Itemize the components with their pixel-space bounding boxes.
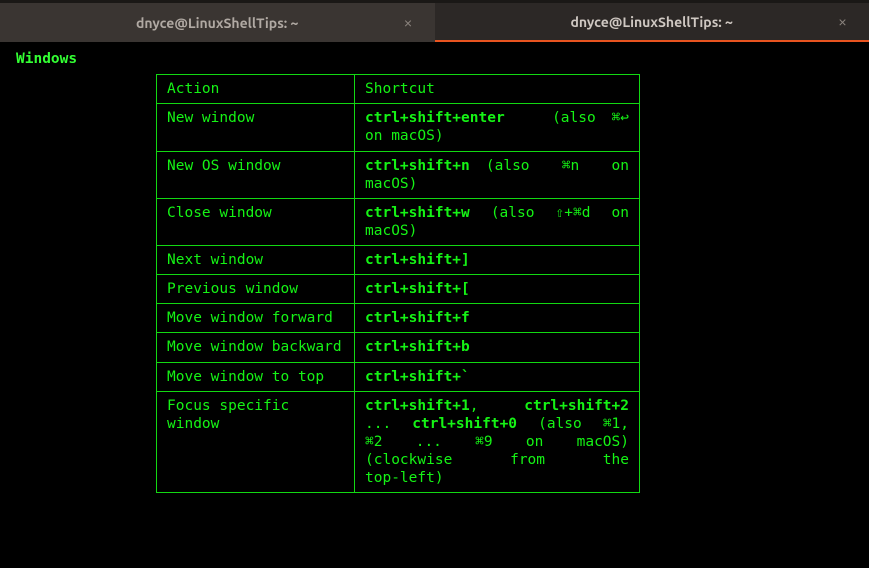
action-cell: New window	[157, 104, 355, 151]
tab-title: dnyce@LinuxShellTips: ~	[571, 14, 733, 30]
table-row: New OS window ctrl+shift+n (also ⌘n on m…	[157, 151, 640, 198]
mac-symbol: ⌘n	[562, 158, 579, 174]
tab-bar: dnyce@LinuxShellTips: ~ × dnyce@LinuxShe…	[0, 0, 869, 42]
shortcut-key: ctrl+shift+enter	[365, 110, 505, 126]
shortcut-cell: ctrl+shift+f	[355, 304, 640, 333]
action-cell: Move window backward	[157, 333, 355, 362]
tab-inactive[interactable]: dnyce@LinuxShellTips: ~ ×	[0, 3, 435, 42]
shortcut-note: on	[612, 205, 629, 221]
close-icon[interactable]: ×	[403, 14, 412, 32]
shortcuts-table: Action Shortcut New window ctrl+shift+en…	[156, 74, 640, 493]
action-cell: Move window to top	[157, 362, 355, 391]
table-row: New window ctrl+shift+enter (also ⌘↩ on …	[157, 104, 640, 151]
mac-symbol: ⇧+⌘d	[556, 205, 591, 221]
terminal-content: Windows Action Shortcut New window ctrl+…	[0, 42, 869, 501]
table-row: Move window backward ctrl+shift+b	[157, 333, 640, 362]
shortcut-note: (also	[552, 110, 596, 126]
mac-symbol: ⌘2	[365, 434, 382, 450]
action-cell: Close window	[157, 198, 355, 245]
shortcut-cell: ctrl+shift+1, ctrl+shift+2 ... ctrl+shif…	[355, 391, 640, 493]
shortcut-key: ctrl+shift+2	[524, 398, 629, 414]
close-icon[interactable]: ×	[838, 13, 847, 31]
shortcut-cell: ctrl+shift+b	[355, 333, 640, 362]
shortcut-key: ctrl+shift+1	[365, 398, 470, 414]
shortcut-note: macOS)	[365, 175, 629, 193]
shortcut-key: ctrl+shift+f	[365, 310, 470, 326]
shortcut-note: macOS)	[365, 222, 629, 240]
action-cell: Next window	[157, 246, 355, 275]
shortcut-key: ctrl+shift+n	[365, 158, 470, 174]
shortcut-key: ctrl+shift+]	[365, 252, 470, 268]
section-title: Windows	[16, 50, 859, 68]
shortcut-cell: ctrl+shift+`	[355, 362, 640, 391]
action-cell: Previous window	[157, 275, 355, 304]
mac-symbol: ⌘1	[603, 416, 620, 432]
shortcut-note: (also	[538, 416, 582, 432]
shortcut-key: ctrl+shift+b	[365, 339, 470, 355]
dots: ...	[416, 434, 442, 450]
shortcut-cell: ctrl+shift+]	[355, 246, 640, 275]
shortcut-note: on	[612, 158, 629, 174]
shortcut-cell: ctrl+shift+enter (also ⌘↩ on macOS)	[355, 104, 640, 151]
col-action-header: Action	[157, 75, 355, 104]
action-cell: Focus specific window	[157, 391, 355, 493]
table-row: Focus specific window ctrl+shift+1, ctrl…	[157, 391, 640, 493]
shortcut-note: on macOS)	[365, 127, 629, 145]
tab-title: dnyce@LinuxShellTips: ~	[136, 15, 298, 31]
shortcut-note: (clockwise	[365, 452, 452, 468]
shortcut-cell: ctrl+shift+n (also ⌘n on macOS)	[355, 151, 640, 198]
table-row: Close window ctrl+shift+w (also ⇧+⌘d on …	[157, 198, 640, 245]
shortcut-cell: ctrl+shift+w (also ⇧+⌘d on macOS)	[355, 198, 640, 245]
shortcut-note: macOS)	[577, 434, 629, 450]
table-row: Move window forward ctrl+shift+f	[157, 304, 640, 333]
shortcut-note: the	[603, 452, 629, 468]
shortcut-note: (also	[486, 158, 530, 174]
table-row: Next window ctrl+shift+]	[157, 246, 640, 275]
shortcut-key: ctrl+shift+`	[365, 369, 470, 385]
col-shortcut-header: Shortcut	[355, 75, 640, 104]
table-header-row: Action Shortcut	[157, 75, 640, 104]
shortcut-note: top-left)	[365, 469, 629, 487]
table-row: Previous window ctrl+shift+[	[157, 275, 640, 304]
sep: ,	[620, 416, 629, 432]
table-row: Move window to top ctrl+shift+`	[157, 362, 640, 391]
shortcut-note: on	[526, 434, 543, 450]
tab-active[interactable]: dnyce@LinuxShellTips: ~ ×	[435, 3, 869, 42]
sep: ,	[470, 398, 479, 414]
shortcut-key: ctrl+shift+[	[365, 281, 470, 297]
shortcut-note: from	[510, 452, 545, 468]
mac-symbol: ⌘↩	[612, 110, 629, 126]
shortcut-key: ctrl+shift+w	[365, 205, 470, 221]
mac-symbol: ⌘9	[475, 434, 492, 450]
dots: ...	[365, 416, 391, 432]
shortcut-key: ctrl+shift+0	[412, 416, 517, 432]
shortcut-cell: ctrl+shift+[	[355, 275, 640, 304]
action-cell: Move window forward	[157, 304, 355, 333]
shortcut-note: (also	[491, 205, 535, 221]
action-cell: New OS window	[157, 151, 355, 198]
